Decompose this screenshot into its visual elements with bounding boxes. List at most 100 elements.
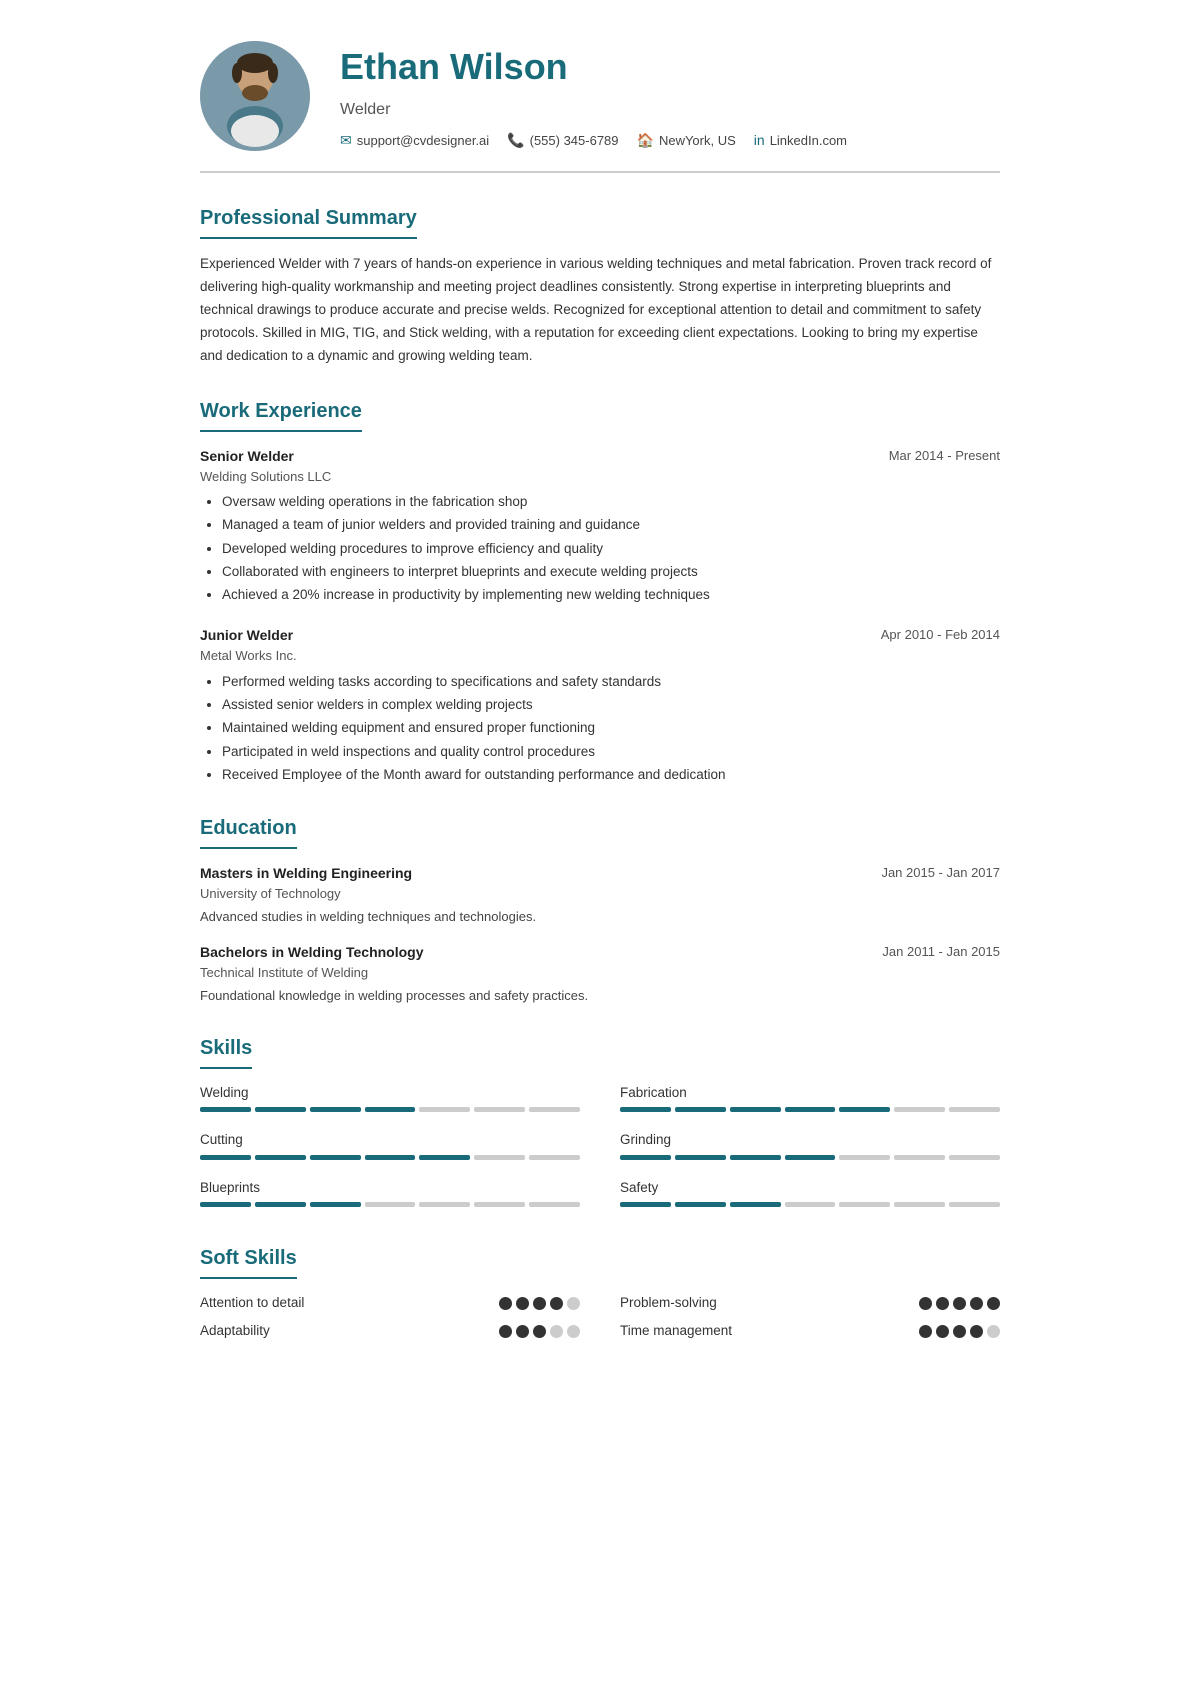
job-header: Junior Welder Apr 2010 - Feb 2014 (200, 625, 1000, 646)
skill-segment (474, 1202, 525, 1207)
skill-label: Safety (620, 1178, 1000, 1198)
soft-skill-dot (516, 1297, 529, 1310)
soft-skill-dot (533, 1297, 546, 1310)
skill-item: Safety (620, 1178, 1000, 1207)
skill-bar (200, 1202, 580, 1207)
email-value: support@cvdesigner.ai (357, 131, 489, 151)
work-experience-title: Work Experience (200, 396, 362, 432)
soft-skills-grid: Attention to detail Adaptability Problem… (200, 1293, 1000, 1350)
skill-segment (529, 1155, 580, 1160)
skill-segment (839, 1155, 890, 1160)
soft-skill-dot (919, 1325, 932, 1338)
contact-phone: 📞 (555) 345-6789 (507, 130, 618, 151)
education-section: Education Masters in Welding Engineering… (200, 813, 1000, 1005)
edu-school: Technical Institute of Welding (200, 963, 1000, 983)
edu-school: University of Technology (200, 884, 1000, 904)
skills-title: Skills (200, 1033, 252, 1069)
edu-desc: Advanced studies in welding techniques a… (200, 907, 1000, 927)
professional-summary-section: Professional Summary Experienced Welder … (200, 203, 1000, 368)
job-bullet: Achieved a 20% increase in productivity … (222, 585, 1000, 605)
soft-skill-label: Adaptability (200, 1321, 270, 1341)
skills-section: Skills Welding Fabrication Cutting Grind… (200, 1033, 1000, 1215)
job-item: Senior Welder Mar 2014 - Present Welding… (200, 446, 1000, 606)
skill-segment (785, 1155, 836, 1160)
email-icon: ✉ (340, 130, 352, 151)
linkedin-value: LinkedIn.com (770, 131, 847, 151)
contact-linkedin: in LinkedIn.com (754, 130, 847, 151)
summary-title: Professional Summary (200, 203, 417, 239)
skill-segment (894, 1155, 945, 1160)
skill-bar (620, 1155, 1000, 1160)
job-bullet: Oversaw welding operations in the fabric… (222, 492, 1000, 512)
skill-segment (200, 1155, 251, 1160)
jobs-container: Senior Welder Mar 2014 - Present Welding… (200, 446, 1000, 786)
soft-skills-col-left: Attention to detail Adaptability (200, 1293, 580, 1350)
phone-value: (555) 345-6789 (530, 131, 619, 151)
soft-skill-dot (919, 1297, 932, 1310)
soft-skill-item: Problem-solving (620, 1293, 1000, 1313)
job-bullet: Performed welding tasks according to spe… (222, 672, 1000, 692)
skill-bar (620, 1107, 1000, 1112)
soft-skill-item: Time management (620, 1321, 1000, 1341)
skill-segment (255, 1107, 306, 1112)
skill-segment (730, 1107, 781, 1112)
job-bullet: Participated in weld inspections and qua… (222, 742, 1000, 762)
skill-label: Blueprints (200, 1178, 580, 1198)
soft-skill-dot (499, 1325, 512, 1338)
job-bullet: Received Employee of the Month award for… (222, 765, 1000, 785)
work-experience-section: Work Experience Senior Welder Mar 2014 -… (200, 396, 1000, 786)
soft-skill-item: Adaptability (200, 1321, 580, 1341)
summary-text: Experienced Welder with 7 years of hands… (200, 253, 1000, 368)
soft-skills-section: Soft Skills Attention to detail Adaptabi… (200, 1243, 1000, 1350)
edu-item: Masters in Welding Engineering Jan 2015 … (200, 863, 1000, 926)
skill-segment (949, 1202, 1000, 1207)
skill-segment (839, 1202, 890, 1207)
edu-degree: Masters in Welding Engineering (200, 863, 412, 884)
edu-header: Bachelors in Welding Technology Jan 2011… (200, 942, 1000, 963)
contact-location: 🏠 NewYork, US (637, 130, 736, 151)
skill-segment (529, 1202, 580, 1207)
skill-segment (474, 1107, 525, 1112)
avatar (200, 41, 310, 151)
edu-desc: Foundational knowledge in welding proces… (200, 986, 1000, 1006)
skill-segment (200, 1202, 251, 1207)
soft-skill-item: Attention to detail (200, 1293, 580, 1313)
soft-skill-dots (919, 1325, 1000, 1338)
job-date: Apr 2010 - Feb 2014 (881, 625, 1000, 645)
edu-degree: Bachelors in Welding Technology (200, 942, 424, 963)
skill-bar (200, 1107, 580, 1112)
soft-skill-label: Attention to detail (200, 1293, 304, 1313)
skill-segment (620, 1107, 671, 1112)
soft-skill-dot (970, 1297, 983, 1310)
skill-segment (894, 1202, 945, 1207)
job-bullets: Performed welding tasks according to spe… (200, 672, 1000, 785)
skill-segment (419, 1202, 470, 1207)
soft-skills-col-right: Problem-solving Time management (620, 1293, 1000, 1350)
header-info: Ethan Wilson Welder ✉ support@cvdesigner… (340, 40, 847, 151)
soft-skill-dots (499, 1297, 580, 1310)
soft-skill-label: Time management (620, 1321, 732, 1341)
job-company: Metal Works Inc. (200, 646, 1000, 666)
job-title: Junior Welder (200, 625, 293, 646)
skill-segment (255, 1155, 306, 1160)
soft-skill-dot (970, 1325, 983, 1338)
skill-segment (949, 1107, 1000, 1112)
soft-skill-dots (919, 1297, 1000, 1310)
location-value: NewYork, US (659, 131, 736, 151)
skill-segment (365, 1155, 416, 1160)
soft-skill-dot (516, 1325, 529, 1338)
job-bullet: Assisted senior welders in complex weldi… (222, 695, 1000, 715)
edu-container: Masters in Welding Engineering Jan 2015 … (200, 863, 1000, 1005)
soft-skill-dot (953, 1325, 966, 1338)
skill-label: Welding (200, 1083, 580, 1103)
skill-segment (894, 1107, 945, 1112)
job-header: Senior Welder Mar 2014 - Present (200, 446, 1000, 467)
skill-segment (839, 1107, 890, 1112)
soft-skill-dots (499, 1325, 580, 1338)
skill-segment (365, 1107, 416, 1112)
soft-skill-dot (936, 1325, 949, 1338)
resume-header: Ethan Wilson Welder ✉ support@cvdesigner… (200, 40, 1000, 173)
skill-item: Welding (200, 1083, 580, 1112)
job-bullet: Collaborated with engineers to interpret… (222, 562, 1000, 582)
skill-item: Cutting (200, 1130, 580, 1159)
